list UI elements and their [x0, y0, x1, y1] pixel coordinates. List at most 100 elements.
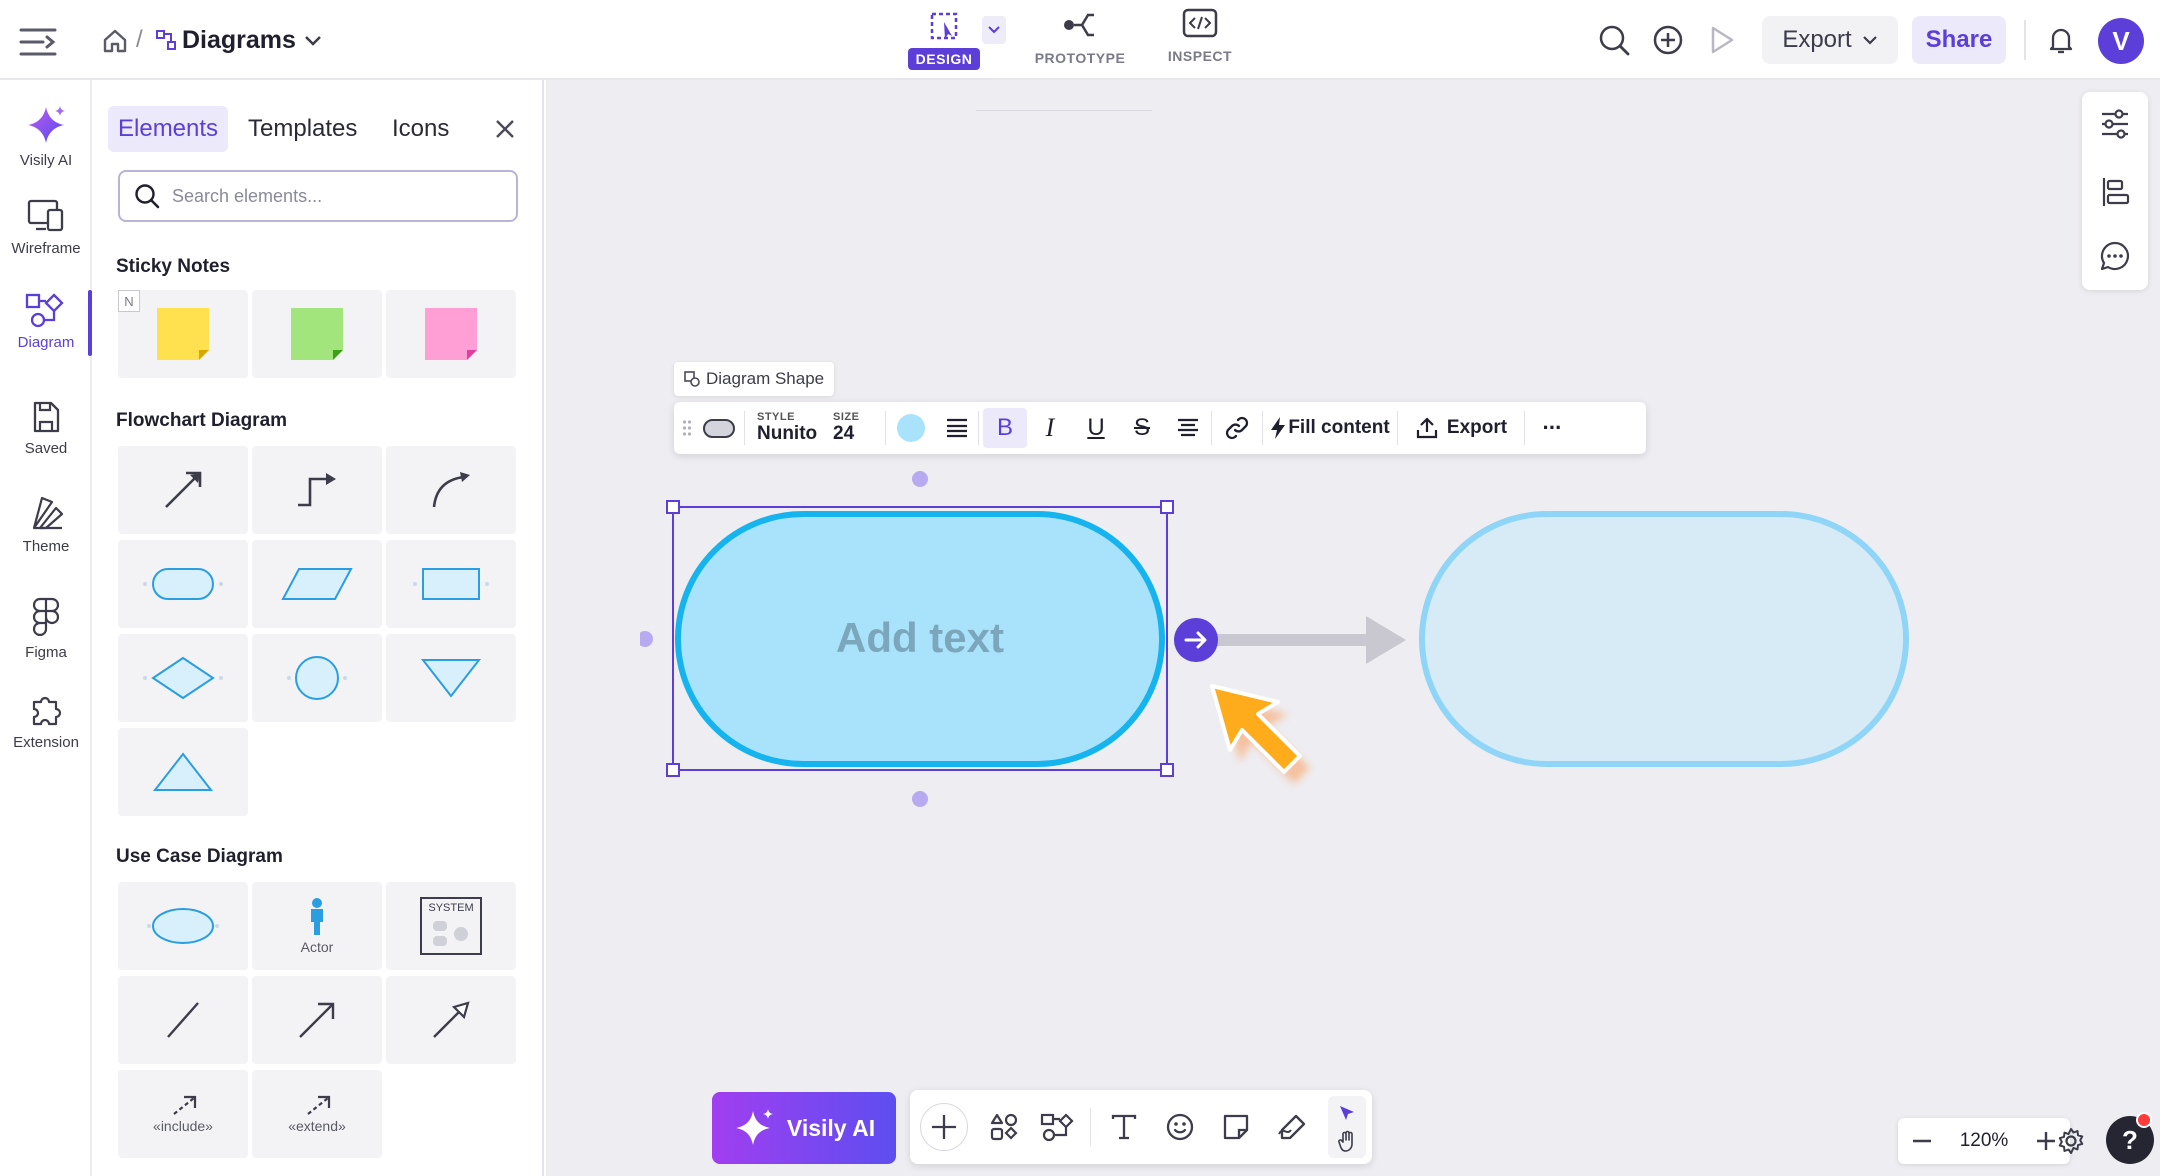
arrow-curved[interactable]	[386, 446, 516, 534]
visily-ai-button[interactable]: Visily AI	[712, 1092, 896, 1164]
shape-circle[interactable]	[252, 634, 382, 722]
bell-icon[interactable]	[2044, 22, 2078, 58]
shape-terminal[interactable]	[118, 540, 248, 628]
shape-parallelogram[interactable]	[252, 540, 382, 628]
font-style-select[interactable]: STYLE Nunito	[745, 412, 833, 444]
usecase-include[interactable]: «include»	[118, 1070, 248, 1158]
system-box: SYSTEM	[420, 897, 482, 955]
play-icon[interactable]	[1704, 22, 1740, 58]
rail-item-saved[interactable]: Saved	[0, 400, 92, 457]
file-title: Diagrams	[182, 26, 296, 54]
pen-tool-icon[interactable]	[1274, 1109, 1310, 1145]
font-size-select[interactable]: SIZE 24	[833, 412, 885, 444]
add-element-icon[interactable]	[920, 1103, 968, 1151]
search-icon	[134, 183, 160, 209]
mode-prototype[interactable]: PROTOTYPE	[1030, 8, 1130, 74]
tab-templates[interactable]: Templates	[238, 106, 367, 152]
arrow-straight[interactable]	[118, 446, 248, 534]
connector-preview	[1174, 616, 1406, 664]
rail-item-theme[interactable]: Theme	[0, 494, 92, 555]
rail-label: Theme	[22, 538, 70, 555]
comment-icon[interactable]	[2097, 238, 2133, 274]
usecase-arrow[interactable]	[252, 976, 382, 1064]
usecase-ellipse[interactable]	[118, 882, 248, 970]
search-elements[interactable]: Search elements...	[118, 170, 518, 222]
font-family-value: Nunito	[757, 422, 818, 444]
link-icon[interactable]	[1212, 415, 1262, 441]
arrow-elbow[interactable]	[252, 446, 382, 534]
selection-type-label: Diagram Shape	[706, 369, 825, 388]
shape-diamond[interactable]	[118, 634, 248, 722]
font-size-value: 24	[833, 422, 855, 444]
zoom-controls: 120%	[1898, 1118, 2070, 1164]
hamburger-menu-icon[interactable]	[18, 22, 58, 62]
connector-dot-left	[640, 631, 653, 647]
pointer-hint-arrow-icon	[1210, 684, 1310, 784]
sticky-note-pink[interactable]	[386, 290, 516, 378]
usecase-system[interactable]: SYSTEM	[386, 882, 516, 970]
text-tool-icon[interactable]	[1106, 1109, 1142, 1145]
rail-item-visily-ai[interactable]: Visily AI	[0, 104, 92, 169]
more-options-button[interactable]: ···	[1525, 415, 1579, 441]
extend-caption: «extend»	[288, 1118, 346, 1134]
tab-elements[interactable]: Elements	[108, 106, 229, 152]
sticky-note-green[interactable]	[252, 290, 382, 378]
align-center-icon[interactable]	[1165, 418, 1211, 438]
sticky-note-tool-icon[interactable]	[1218, 1109, 1254, 1145]
shape-rectangle[interactable]	[386, 540, 516, 628]
underline-button[interactable]: U	[1073, 414, 1119, 442]
upload-icon	[1415, 416, 1439, 440]
rail-item-extension[interactable]: Extension	[0, 692, 92, 751]
diagram-tool-icon[interactable]	[1038, 1109, 1078, 1145]
export-selection-button[interactable]: Export	[1398, 416, 1524, 440]
ghost-shape-preview	[1419, 511, 1909, 767]
pointer-tool-group[interactable]	[1328, 1096, 1366, 1158]
rail-active-indicator	[88, 290, 92, 356]
avatar[interactable]: V	[2098, 18, 2144, 64]
italic-button[interactable]: I	[1027, 413, 1073, 443]
breadcrumb-title[interactable]: Diagrams	[182, 26, 322, 55]
fill-content-button[interactable]: Fill content	[1263, 416, 1397, 440]
shapes-icon[interactable]	[986, 1109, 1022, 1145]
shape-triangle-down[interactable]	[386, 634, 516, 722]
search-icon[interactable]	[1596, 22, 1632, 58]
home-icon[interactable]	[100, 26, 130, 56]
strikethrough-button[interactable]: S	[1119, 414, 1165, 442]
usecase-line[interactable]	[118, 976, 248, 1064]
drag-handle-icon[interactable]	[678, 419, 696, 437]
zoom-level[interactable]: 120%	[1960, 1130, 2009, 1152]
fill-color-dot	[897, 414, 925, 442]
usecase-generalization[interactable]	[386, 976, 516, 1064]
bold-button[interactable]: B	[983, 408, 1027, 448]
rail-item-wireframe[interactable]: Wireframe	[0, 198, 92, 257]
mode-dropdown-chevron-icon[interactable]	[982, 16, 1006, 44]
fill-color-swatch[interactable]	[886, 414, 936, 442]
hand-tool-icon[interactable]	[1334, 1128, 1360, 1154]
layers-icon[interactable]	[2097, 174, 2133, 210]
rail-item-figma[interactable]: Figma	[0, 596, 92, 661]
zoom-out-icon[interactable]	[1912, 1139, 1932, 1143]
shape-picker[interactable]	[696, 416, 744, 440]
shape-text[interactable]: Add text	[678, 588, 1162, 688]
resize-handle	[1160, 763, 1174, 777]
tab-icons[interactable]: Icons	[382, 106, 459, 152]
share-button[interactable]: Share	[1912, 16, 2006, 64]
figma-icon	[31, 596, 61, 638]
export-button[interactable]: Export	[1762, 16, 1898, 64]
rail-label: Diagram	[17, 334, 75, 351]
add-circle-icon[interactable]	[1650, 22, 1686, 58]
rail-item-diagram[interactable]: Diagram	[0, 292, 92, 351]
settings-sliders-icon[interactable]	[2097, 106, 2133, 142]
shape-triangle-up[interactable]	[118, 728, 248, 816]
close-icon[interactable]	[490, 114, 520, 144]
search-input[interactable]: Search elements...	[172, 186, 322, 207]
rail-label: Figma	[25, 644, 67, 661]
stroke-style-icon[interactable]	[936, 417, 978, 439]
gear-icon[interactable]	[2054, 1124, 2088, 1158]
cursor-arrow-icon[interactable]	[1334, 1100, 1360, 1126]
usecase-extend[interactable]: «extend»	[252, 1070, 382, 1158]
mode-design[interactable]: DESIGN	[907, 8, 981, 74]
mode-inspect[interactable]: INSPECT	[1150, 8, 1250, 74]
emoji-icon[interactable]	[1162, 1109, 1198, 1145]
usecase-actor[interactable]: Actor	[252, 882, 382, 970]
